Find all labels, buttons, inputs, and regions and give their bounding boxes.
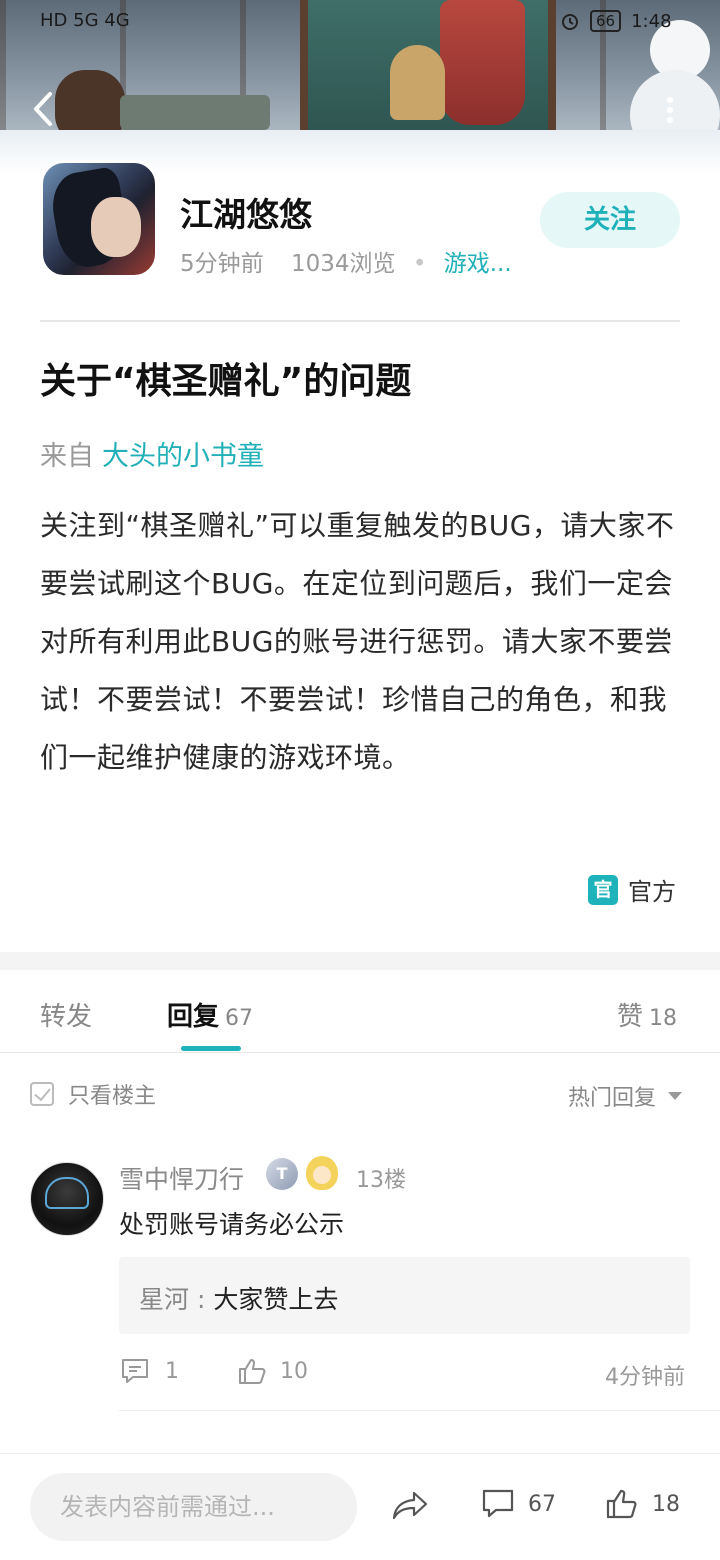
nested-reply-text: 大家赞上去 (213, 1285, 339, 1314)
thumbs-up-icon (604, 1487, 640, 1521)
divider (40, 320, 680, 322)
tab-indicator (181, 1046, 241, 1051)
comment-like-button[interactable]: 10 (236, 1356, 308, 1386)
bottom-comment-count: 67 (528, 1491, 556, 1517)
comment-input[interactable]: 发表内容前需通过... (30, 1473, 357, 1541)
official-badge-icon: 官 (588, 874, 618, 905)
comment-time: 4分钟前 (605, 1365, 685, 1390)
banner-pot (120, 95, 270, 130)
divider (119, 1410, 720, 1411)
status-time: 1:48 (631, 10, 672, 32)
chevron-left-icon (22, 84, 66, 134)
post-category[interactable]: 游戏... (444, 251, 512, 277)
share-button[interactable] (390, 1487, 430, 1523)
like-count: 18 (649, 1006, 678, 1031)
comment-author[interactable]: 雪中悍刀行 (119, 1160, 244, 1196)
sort-label: 热门回复 (568, 1086, 657, 1111)
post-meta: 5分钟前 1034浏览 • 游戏... (180, 244, 512, 278)
post-views: 1034浏览 (290, 251, 396, 277)
only-op-label: 只看楼主 (68, 1084, 157, 1109)
comment-reply-button[interactable]: 1 (119, 1356, 179, 1386)
back-button[interactable] (22, 84, 66, 134)
nested-reply[interactable]: 星河 : 大家赞上去 (119, 1257, 690, 1334)
comment-reply-count: 1 (165, 1358, 179, 1384)
status-network: HD 5G 4G (40, 10, 130, 31)
post-time: 5分钟前 (180, 251, 264, 277)
avatar-medal-icon (306, 1156, 338, 1190)
bottom-like-count: 18 (652, 1491, 680, 1517)
alarm-icon (560, 11, 580, 31)
author-name[interactable]: 江湖悠悠 (180, 188, 312, 236)
comment-floor: 13楼 (356, 1168, 406, 1193)
nested-reply-author: 星河 : (139, 1285, 214, 1314)
divider (0, 1453, 720, 1454)
section-separator (0, 952, 720, 970)
sort-dropdown[interactable]: 热门回复 (568, 1080, 683, 1112)
more-button[interactable] (650, 90, 690, 130)
comment-bubble-icon (480, 1487, 516, 1521)
banner-dog (390, 45, 445, 120)
share-arrow-icon (390, 1487, 430, 1523)
battery-icon: 66 (590, 10, 622, 32)
level-badge-icon: T (266, 1158, 298, 1190)
thumbs-up-icon (236, 1356, 268, 1386)
divider (0, 1052, 720, 1053)
post-body: 关注到“棋圣赠礼”可以重复触发的BUG，请大家不要尝试刷这个BUG。在定位到问题… (40, 509, 675, 774)
official-label: 官方 (628, 878, 676, 906)
bottom-like-button[interactable]: 18 (604, 1487, 680, 1521)
official-tag: 官 官方 (588, 872, 676, 907)
post-source: 来自 大头的小书童 (40, 434, 264, 473)
checkbox-icon[interactable] (30, 1082, 54, 1106)
comment-bubble-icon (119, 1356, 151, 1386)
bottom-comment-button[interactable]: 67 (480, 1487, 556, 1521)
source-label: 来自 (40, 441, 94, 472)
meta-separator: • (412, 251, 427, 277)
source-link[interactable]: 大头的小书童 (102, 441, 264, 472)
author-avatar[interactable] (40, 160, 158, 278)
follow-button[interactable]: 关注 (540, 192, 680, 248)
more-dots-icon (650, 90, 690, 130)
status-right: 66 1:48 (560, 10, 672, 32)
post-tabs: 转发 回复 67 赞 18 (0, 970, 720, 1052)
comment-text: 处罚账号请务必公示 (119, 1210, 345, 1239)
comment-avatar[interactable] (30, 1162, 104, 1236)
comment-like-count: 10 (280, 1358, 308, 1384)
reply-count: 67 (225, 1006, 254, 1031)
banner-character (440, 0, 525, 125)
tab-forward[interactable]: 转发 (40, 996, 92, 1033)
only-op-toggle[interactable]: 只看楼主 (30, 1078, 156, 1110)
caret-down-icon (668, 1092, 683, 1100)
post-title: 关于“棋圣赠礼”的问题 (40, 361, 412, 402)
tab-like[interactable]: 赞 18 (617, 996, 677, 1033)
tab-reply[interactable]: 回复 67 (167, 996, 253, 1033)
